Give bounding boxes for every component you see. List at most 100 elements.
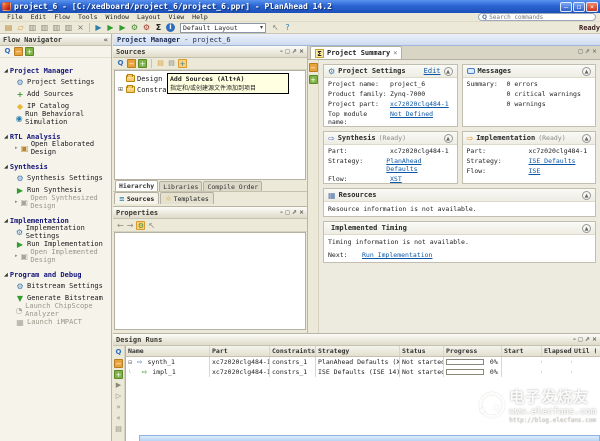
tab-compile-order[interactable]: Compile Order: [203, 181, 262, 191]
strategy-link[interactable]: ISE Defaults: [529, 157, 576, 165]
expander-minus-icon[interactable]: ⊟: [128, 360, 132, 366]
search-commands-box[interactable]: Q: [478, 13, 596, 21]
settings-gear-icon[interactable]: ⚙: [129, 23, 140, 33]
strategy-link[interactable]: PlanAhead Defaults: [386, 157, 452, 173]
sidebar-item-project-settings[interactable]: ⚙ Project Settings: [0, 76, 111, 88]
collapse-all-icon[interactable]: −: [127, 59, 136, 68]
sidebar-item-open-synthesized-design[interactable]: ▸ ▣ Open Synthesized Design: [0, 196, 111, 208]
sidebar-item-bitstream-settings[interactable]: ⚙ Bitstream Settings: [0, 280, 111, 292]
restore-window-icon[interactable]: ◻: [573, 2, 585, 12]
column-strategy[interactable]: Strategy: [316, 346, 400, 356]
close-panel-icon[interactable]: ×: [592, 336, 597, 344]
expand-all-icon[interactable]: +: [25, 47, 34, 56]
collapse-section-icon[interactable]: ▲: [582, 191, 591, 200]
collapse-section-icon[interactable]: ▲: [582, 224, 591, 233]
minimize-panel-icon[interactable]: –: [280, 48, 283, 56]
open-recent-icon[interactable]: ▥: [27, 23, 38, 33]
run-icon[interactable]: ▶: [114, 381, 123, 390]
help-icon[interactable]: ?: [282, 23, 293, 33]
horizontal-scrollbar[interactable]: [139, 435, 600, 441]
tab-hierarchy[interactable]: Hierarchy: [115, 180, 158, 191]
column-util[interactable]: Util (%): [572, 346, 596, 356]
search-input[interactable]: [489, 14, 589, 21]
search-icon[interactable]: Q: [116, 59, 125, 68]
tab-templates[interactable]: ☼ Templates: [160, 192, 214, 204]
report-icon[interactable]: ▤: [114, 425, 123, 434]
float-panel-icon[interactable]: ⇗: [585, 48, 590, 56]
menu-edit[interactable]: Edit: [27, 13, 51, 21]
select-cursor-icon[interactable]: ↖: [148, 221, 155, 230]
close-panel-icon[interactable]: ×: [592, 48, 597, 56]
sidebar-item-open-elaborated-design[interactable]: ▸ ▣ Open Elaborated Design: [0, 142, 111, 154]
run-implementation-link[interactable]: Run Implementation: [362, 251, 432, 259]
sidebar-item-open-implemented-design[interactable]: ▸ ▣ Open Implemented Design: [0, 250, 111, 262]
column-progress[interactable]: Progress: [444, 346, 502, 356]
column-name[interactable]: Name: [126, 346, 210, 356]
close-panel-icon[interactable]: ×: [299, 209, 304, 217]
search-icon[interactable]: Q: [3, 47, 12, 56]
close-tab-icon[interactable]: ×: [393, 49, 397, 57]
minimize-window-icon[interactable]: –: [560, 2, 572, 12]
properties-mode-icon[interactable]: ⚙: [136, 221, 145, 230]
sidebar-item-implementation-settings[interactable]: ⚙ Implementation Settings: [0, 226, 111, 238]
table-row-synth-1[interactable]: ⊟ ⇨ synth_1 xc7z020clg484-1 constrs_1 Pl…: [126, 357, 600, 367]
menu-help[interactable]: Help: [188, 13, 212, 21]
run-synthesis-icon[interactable]: ▶: [105, 23, 116, 33]
sidebar-item-add-sources[interactable]: + Add Sources: [0, 88, 111, 100]
float-panel-icon[interactable]: ⇗: [585, 336, 590, 344]
search-icon[interactable]: Q: [114, 348, 123, 357]
add-sources-icon[interactable]: +: [178, 59, 187, 68]
top-module-link[interactable]: Not Defined: [390, 110, 433, 126]
expand-all-icon[interactable]: +: [309, 75, 318, 84]
menu-window[interactable]: Window: [102, 13, 133, 21]
project-part-link[interactable]: xc7z020clg484-1: [390, 100, 449, 108]
edit-link[interactable]: Edit: [424, 67, 441, 75]
column-status[interactable]: Status: [400, 346, 444, 356]
menu-tools[interactable]: Tools: [74, 13, 102, 21]
menu-view[interactable]: View: [165, 13, 189, 21]
column-start[interactable]: Start: [502, 346, 542, 356]
minimize-panel-icon[interactable]: –: [280, 209, 283, 217]
tab-sources[interactable]: ≡ Sources: [114, 192, 159, 204]
minimize-panel-icon[interactable]: –: [573, 336, 576, 344]
run-elaboration-icon[interactable]: ▶: [93, 23, 104, 33]
sidebar-item-synthesis-settings[interactable]: ⚙ Synthesis Settings: [0, 172, 111, 184]
open-project-icon[interactable]: ▱: [15, 23, 26, 33]
menu-flow[interactable]: Flow: [50, 13, 74, 21]
column-part[interactable]: Part: [210, 346, 270, 356]
section-header-project-manager[interactable]: ◢ Project Manager: [0, 65, 111, 76]
flow-link[interactable]: ISE: [529, 167, 541, 175]
column-elapsed[interactable]: Elapsed: [542, 346, 572, 356]
menu-layout[interactable]: Layout: [133, 13, 164, 21]
new-project-icon[interactable]: ▤: [3, 23, 14, 33]
float-panel-icon[interactable]: ⇗: [292, 209, 297, 217]
sidebar-item-run-behavioral-simulation[interactable]: ◉ Run Behavioral Simulation: [0, 112, 111, 124]
copy-icon[interactable]: ▥: [51, 23, 62, 33]
back-arrow-icon[interactable]: ←: [117, 221, 124, 230]
layout-select[interactable]: Default Layout ▾: [180, 23, 266, 33]
maximize-panel-icon[interactable]: ◻: [578, 336, 583, 344]
tab-project-summary[interactable]: Σ Project Summary ×: [310, 46, 402, 59]
collapse-all-icon[interactable]: −: [114, 359, 123, 368]
collapse-section-icon[interactable]: ▲: [444, 67, 453, 76]
step-icon[interactable]: ▷: [114, 392, 123, 401]
tab-libraries[interactable]: Libraries: [159, 181, 202, 191]
maximize-panel-icon[interactable]: ◻: [285, 48, 290, 56]
expander-plus-icon[interactable]: ⊞: [118, 86, 126, 93]
cancel-run-icon[interactable]: ⚙: [141, 23, 152, 33]
collapse-all-icon[interactable]: −: [309, 63, 318, 72]
section-header-program-and-debug[interactable]: ◢ Program and Debug: [0, 269, 111, 280]
edit-pen-icon[interactable]: ↖: [270, 23, 281, 33]
sidebar-item-launch-chipscope-analyzer[interactable]: ◔ Launch ChipScope Analyzer: [0, 304, 111, 316]
expand-all-icon[interactable]: +: [138, 59, 147, 68]
collapse-section-icon[interactable]: ▲: [582, 67, 591, 76]
close-panel-icon[interactable]: ×: [299, 48, 304, 56]
collapse-section-icon[interactable]: ▲: [444, 134, 453, 143]
delete-icon[interactable]: ×: [75, 23, 86, 33]
maximize-panel-icon[interactable]: ◻: [285, 209, 290, 217]
folder-icon[interactable]: ▤: [156, 59, 165, 68]
collapse-section-icon[interactable]: ▲: [582, 134, 591, 143]
run-implementation-icon[interactable]: ▶: [117, 23, 128, 33]
collapse-all-icon[interactable]: −: [14, 47, 23, 56]
project-summary-icon[interactable]: Σ: [153, 23, 164, 33]
